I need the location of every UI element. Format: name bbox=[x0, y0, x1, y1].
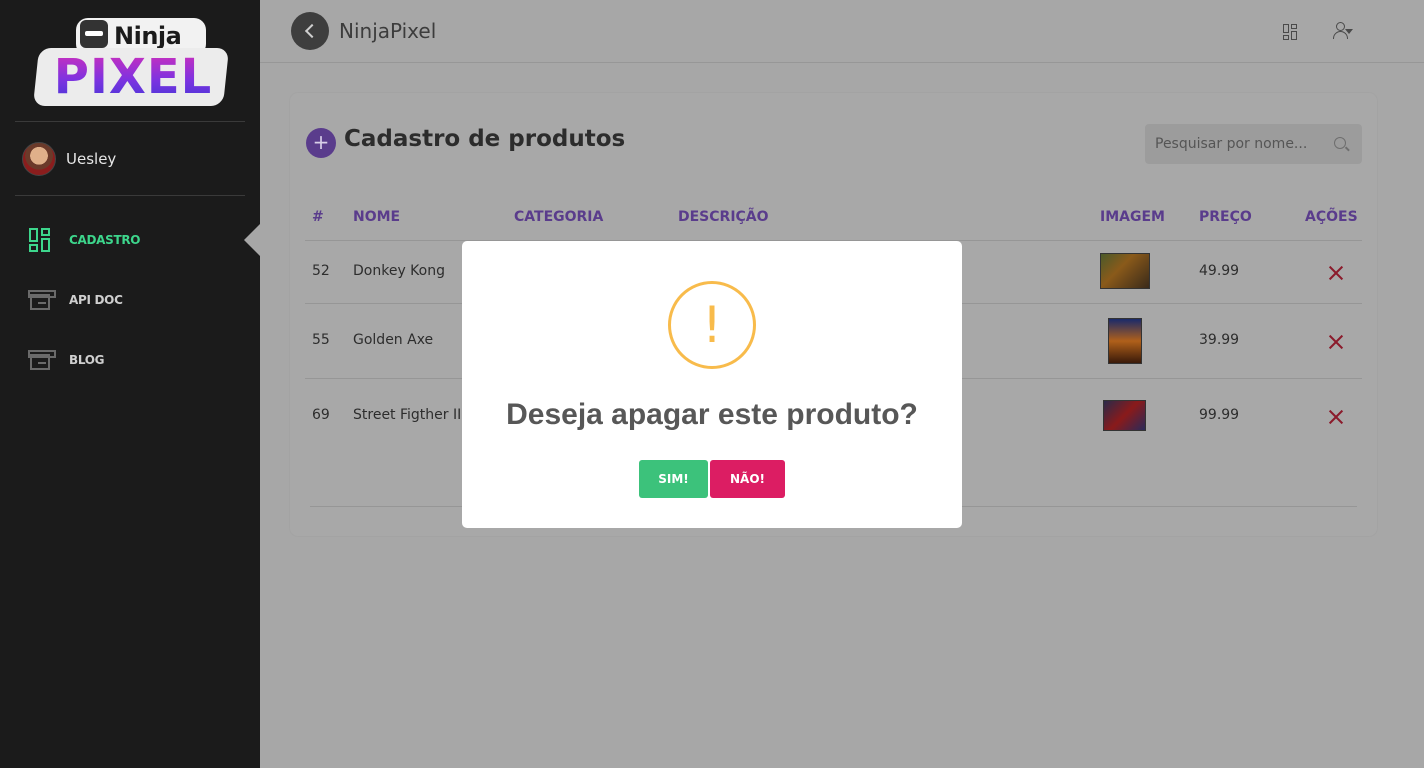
search-icon[interactable] bbox=[1334, 137, 1346, 149]
user-name: Uesley bbox=[66, 150, 117, 168]
dashboard-icon bbox=[28, 228, 52, 252]
confirm-button[interactable]: SIM! bbox=[639, 460, 708, 498]
column-header-id: # bbox=[312, 209, 324, 225]
row-id: 55 bbox=[312, 332, 330, 348]
column-header-category[interactable]: CATEGORIA bbox=[514, 209, 603, 225]
sidebar-divider bbox=[15, 195, 245, 196]
column-header-description[interactable]: DESCRIÇÃO bbox=[678, 209, 769, 225]
delete-icon[interactable] bbox=[1329, 266, 1343, 280]
product-image bbox=[1100, 253, 1150, 289]
row-name: Street Figther II bbox=[353, 407, 462, 423]
row-price: 39.99 bbox=[1199, 332, 1240, 348]
top-header: NinjaPixel bbox=[260, 0, 1424, 63]
sidebar-nav: CADASTRO API DOC BLOG bbox=[0, 210, 260, 390]
sidebar-item-label: API DOC bbox=[69, 293, 123, 307]
avatar bbox=[22, 142, 56, 176]
sidebar-item-api-doc[interactable]: API DOC bbox=[0, 270, 260, 330]
row-price: 49.99 bbox=[1199, 263, 1240, 279]
dialog-title: Deseja apagar este produto? bbox=[506, 398, 918, 431]
row-id: 69 bbox=[312, 407, 330, 423]
page-title: Cadastro de produtos bbox=[344, 126, 626, 152]
dashboard-toggle-icon[interactable] bbox=[1283, 24, 1297, 40]
chevron-down-icon[interactable] bbox=[1345, 29, 1353, 34]
column-header-price[interactable]: PREÇO bbox=[1199, 209, 1252, 225]
sidebar-item-blog[interactable]: BLOG bbox=[0, 330, 260, 390]
product-image bbox=[1108, 318, 1142, 364]
delete-icon[interactable] bbox=[1329, 335, 1343, 349]
delete-icon[interactable] bbox=[1329, 410, 1343, 424]
archive-box-icon bbox=[28, 288, 56, 312]
row-name: Donkey Kong bbox=[353, 263, 445, 279]
column-header-actions: AÇÕES bbox=[1305, 209, 1358, 225]
row-price: 99.99 bbox=[1199, 407, 1240, 423]
back-button[interactable] bbox=[291, 12, 329, 50]
column-header-name[interactable]: NOME bbox=[353, 209, 400, 225]
sidebar-divider bbox=[15, 121, 245, 122]
warning-icon: ! bbox=[668, 281, 756, 369]
product-image bbox=[1103, 400, 1146, 431]
sidebar-item-cadastro[interactable]: CADASTRO bbox=[0, 210, 260, 270]
sidebar-item-label: CADASTRO bbox=[69, 233, 141, 247]
logo-pixel-text: PIXEL bbox=[40, 48, 226, 106]
ninja-mask-icon bbox=[80, 20, 108, 48]
logo-ninja-text: Ninja bbox=[114, 22, 182, 50]
archive-box-icon bbox=[28, 348, 56, 372]
column-header-image: IMAGEM bbox=[1100, 209, 1165, 225]
page-header-title: NinjaPixel bbox=[339, 19, 437, 43]
sidebar-item-label: BLOG bbox=[69, 353, 105, 367]
row-id: 52 bbox=[312, 263, 330, 279]
add-product-button[interactable]: + bbox=[306, 128, 336, 158]
row-name: Golden Axe bbox=[353, 332, 434, 348]
user-profile[interactable]: Uesley bbox=[22, 142, 117, 176]
search-box bbox=[1145, 124, 1362, 164]
sidebar: Ninja PIXEL Uesley CADASTRO API DOC BLOG bbox=[0, 0, 260, 768]
delete-confirm-dialog: ! Deseja apagar este produto? SIM! NÃO! bbox=[462, 241, 962, 528]
logo-pixel-word: PIXEL bbox=[53, 49, 213, 105]
cancel-button[interactable]: NÃO! bbox=[710, 460, 785, 498]
ninjapixel-logo[interactable]: Ninja PIXEL bbox=[30, 10, 230, 110]
search-input[interactable] bbox=[1155, 134, 1330, 154]
